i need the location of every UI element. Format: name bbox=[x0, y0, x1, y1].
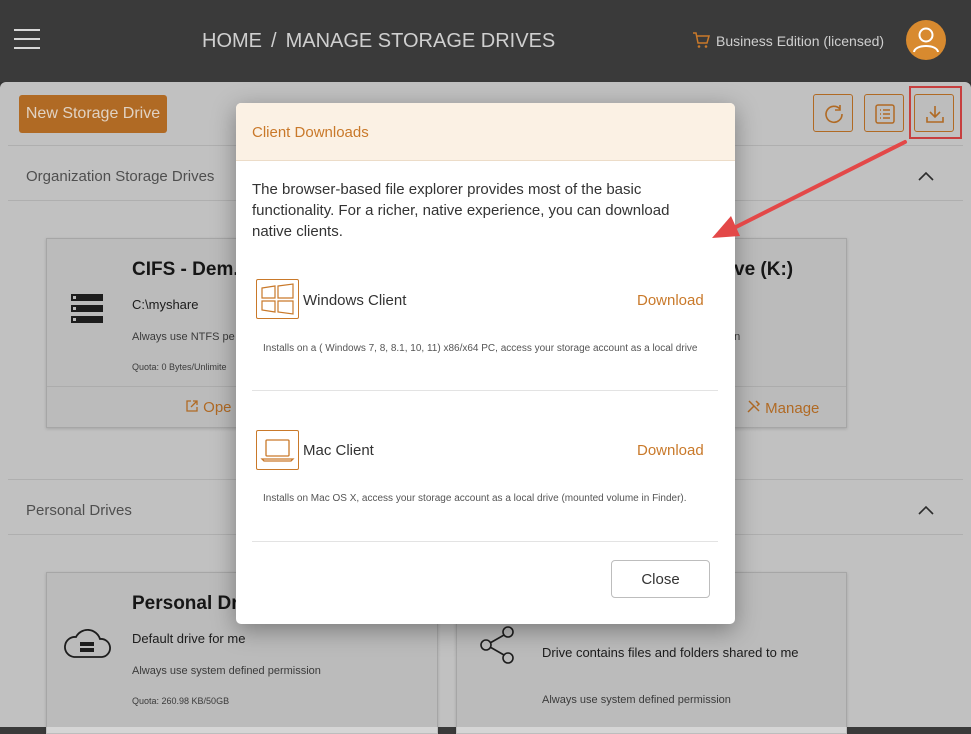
user-avatar[interactable] bbox=[906, 20, 946, 60]
divider bbox=[252, 541, 718, 542]
top-bar: HOME / MANAGE STORAGE DRIVES Business Edit… bbox=[0, 0, 971, 80]
windows-icon bbox=[256, 279, 299, 319]
mac-download-link[interactable]: Download bbox=[637, 442, 704, 459]
windows-download-link[interactable]: Download bbox=[637, 292, 704, 309]
windows-client-name: Windows Client bbox=[303, 292, 407, 309]
edition-label: Business Edition (licensed) bbox=[716, 33, 885, 49]
windows-client-note: Installs on a ( Windows 7, 8, 8.1, 10, 1… bbox=[263, 343, 698, 354]
breadcrumb-current: MANAGE STORAGE DRIVES bbox=[285, 30, 556, 52]
breadcrumb: HOME / MANAGE STORAGE DRIVES bbox=[202, 30, 555, 53]
dialog-title: Client Downloads bbox=[252, 124, 369, 141]
close-button[interactable]: Close bbox=[611, 560, 710, 598]
edition-indicator[interactable]: Business Edition (licensed) bbox=[692, 31, 884, 49]
hamburger-menu-icon[interactable] bbox=[14, 29, 40, 49]
dialog-description: The browser-based file explorer provides… bbox=[252, 181, 670, 240]
breadcrumb-home[interactable]: HOME bbox=[202, 30, 262, 52]
divider bbox=[252, 390, 718, 391]
dialog-header: Client Downloads bbox=[236, 103, 735, 161]
client-downloads-dialog: Client Downloads The browser-based file … bbox=[236, 103, 735, 624]
user-icon bbox=[913, 27, 939, 53]
mac-client-note: Installs on Mac OS X, access your storag… bbox=[263, 493, 687, 504]
cart-icon bbox=[693, 32, 710, 48]
laptop-icon bbox=[256, 430, 299, 470]
breadcrumb-separator: / bbox=[271, 30, 277, 52]
mac-client-name: Mac Client bbox=[303, 442, 374, 459]
